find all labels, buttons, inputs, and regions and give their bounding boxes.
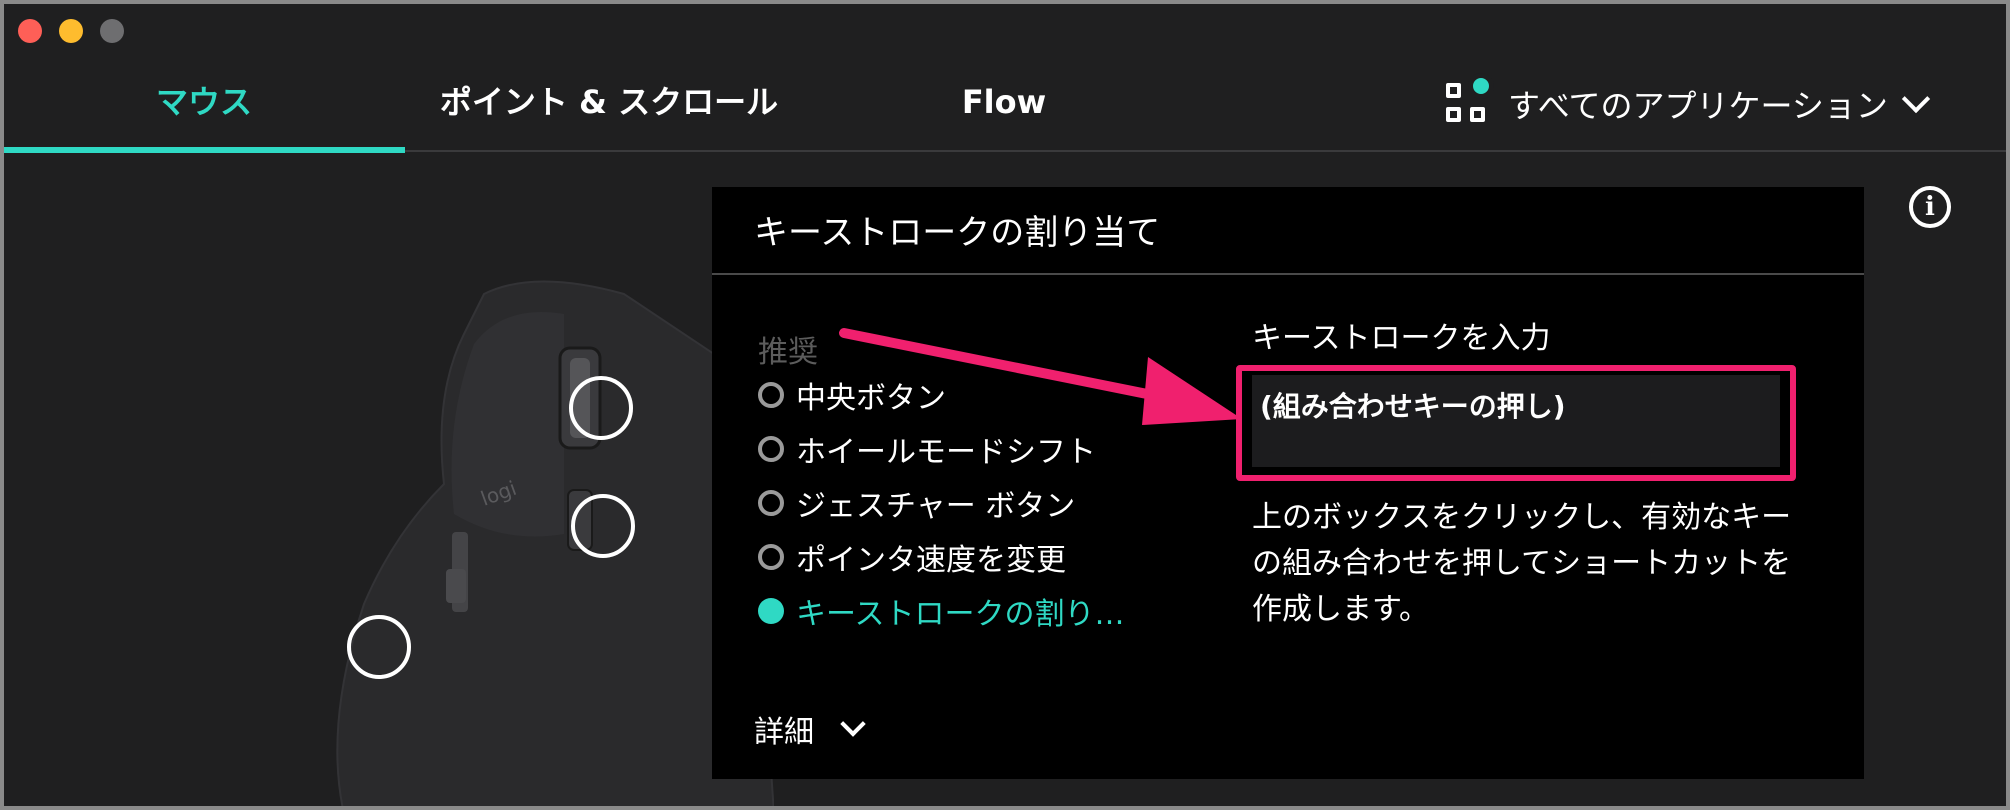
hotspot-gesture-button[interactable] xyxy=(571,494,635,558)
app-window: マウス ポイント & スクロール Flow すべてのアプリケーション i log… xyxy=(4,4,2006,806)
chevron-down-icon xyxy=(1901,84,1930,114)
application-selector-label: すべてのアプリケーション xyxy=(1508,87,1888,125)
mouse-illustration: logi xyxy=(336,280,774,806)
grid-icon xyxy=(1446,73,1494,125)
hotspot-scroll-wheel[interactable] xyxy=(569,376,633,440)
active-tab-indicator xyxy=(4,147,405,153)
tab-point-scroll[interactable]: ポイント & スクロール xyxy=(424,76,794,128)
top-tab-bar: マウス ポイント & スクロール Flow すべてのアプリケーション xyxy=(4,4,2006,153)
tab-mouse[interactable]: マウス xyxy=(64,76,344,128)
annotation-arrow-icon xyxy=(839,328,1242,425)
hotspot-thumb-button[interactable] xyxy=(347,615,411,679)
tab-flow[interactable]: Flow xyxy=(904,76,1104,128)
notification-dot xyxy=(1468,73,1494,99)
info-icon[interactable]: i xyxy=(1909,186,1951,228)
keystroke-assignment-popup: キーストロークの割り当て 推奨 中央ボタン ホイールモードシフト ジェスチャー … xyxy=(712,187,1864,779)
application-selector[interactable]: すべてのアプリケーション xyxy=(1446,73,1930,132)
